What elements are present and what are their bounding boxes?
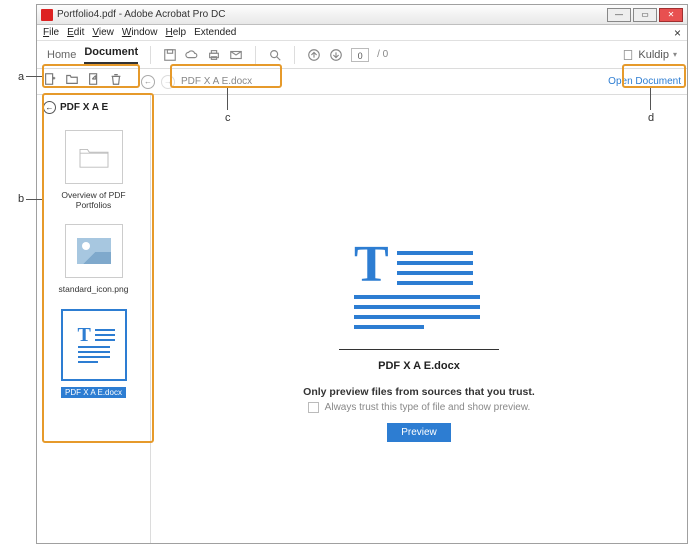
app-window: Portfolio4.pdf - Adobe Acrobat Pro DC — … <box>36 4 688 544</box>
menu-edit[interactable]: Edit <box>67 27 84 38</box>
extract-icon[interactable] <box>87 72 101 91</box>
doc-close-icon[interactable]: × <box>674 26 681 40</box>
menu-view[interactable]: View <box>92 27 114 38</box>
item-label: standard_icon.png <box>59 284 129 294</box>
add-folder-icon[interactable] <box>65 72 79 91</box>
open-document-link[interactable]: Open Document <box>608 76 681 87</box>
list-item[interactable]: Overview of PDF Portfolios <box>43 130 144 210</box>
account-menu[interactable]: Kuldip ▾ <box>622 49 677 61</box>
search-icon[interactable] <box>268 48 282 62</box>
page-number-input[interactable]: 0 <box>351 48 369 62</box>
save-icon[interactable] <box>163 48 177 62</box>
primary-toolbar: Home Document 0 / 0 Kuldip ▾ <box>37 41 687 69</box>
nav-forward-icon[interactable]: → <box>161 75 175 89</box>
page-total: / 0 <box>377 49 388 60</box>
image-icon <box>77 238 111 264</box>
delete-icon[interactable] <box>109 72 123 91</box>
callout-label-a: a <box>18 71 24 83</box>
docx-icon: T <box>72 319 116 371</box>
portfolio-action-group <box>43 72 123 91</box>
breadcrumb: ← → PDF X A E.docx <box>141 75 252 89</box>
preview-filename: PDF X A E.docx <box>378 360 460 372</box>
maximize-button[interactable]: ▭ <box>633 8 657 22</box>
always-trust-label: Always trust this type of file and show … <box>325 402 531 413</box>
nav-back-icon[interactable]: ← <box>141 75 155 89</box>
callout-label-c: c <box>225 112 231 124</box>
list-item[interactable]: standard_icon.png <box>43 224 144 294</box>
trust-warning: Only preview files from sources that you… <box>303 386 535 398</box>
preview-pane: T PDF X A E.docx Only preview files from… <box>151 95 687 543</box>
print-icon[interactable] <box>207 48 221 62</box>
menu-file[interactable]: File <box>43 27 59 38</box>
callout-line <box>26 199 42 200</box>
preview-button[interactable]: Preview <box>387 423 451 442</box>
sidebar-title: PDF X A E <box>60 102 108 113</box>
minimize-button[interactable]: — <box>607 8 631 22</box>
callout-line <box>227 88 228 110</box>
portfolio-sidebar: ← PDF X A E Overview of PDF Portfolios s… <box>37 95 151 543</box>
callout-label-d: d <box>648 112 654 124</box>
cloud-icon[interactable] <box>185 48 199 62</box>
file-preview-icon: T <box>354 247 484 329</box>
page-up-icon[interactable] <box>307 48 321 62</box>
always-trust-row[interactable]: Always trust this type of file and show … <box>308 402 531 413</box>
callout-label-b: b <box>18 193 24 205</box>
pdf-app-icon <box>41 9 53 21</box>
nav-document[interactable]: Document <box>84 46 138 64</box>
chevron-down-icon: ▾ <box>673 50 677 59</box>
item-label: Overview of PDF Portfolios <box>43 190 144 210</box>
divider <box>339 349 499 350</box>
content-area: ← PDF X A E Overview of PDF Portfolios s… <box>37 95 687 543</box>
window-controls: — ▭ ✕ <box>605 8 683 22</box>
mail-icon[interactable] <box>229 48 243 62</box>
list-item[interactable]: T PDF X A E.docx <box>43 309 144 399</box>
folder-icon <box>77 142 111 172</box>
account-name: Kuldip <box>638 49 669 61</box>
nav-home[interactable]: Home <box>47 49 76 61</box>
window-title: Portfolio4.pdf - Adobe Acrobat Pro DC <box>57 9 225 20</box>
item-label: PDF X A E.docx <box>61 387 126 399</box>
menu-window[interactable]: Window <box>122 27 158 38</box>
menu-help[interactable]: Help <box>165 27 186 38</box>
page-down-icon[interactable] <box>329 48 343 62</box>
menu-extended[interactable]: Extended <box>194 27 236 38</box>
add-file-icon[interactable] <box>43 72 57 91</box>
titlebar: Portfolio4.pdf - Adobe Acrobat Pro DC — … <box>37 5 687 25</box>
callout-line <box>650 88 651 110</box>
callout-line <box>26 76 42 77</box>
close-button[interactable]: ✕ <box>659 8 683 22</box>
sidebar-header: ← PDF X A E <box>37 99 150 120</box>
trust-checkbox[interactable] <box>308 402 319 413</box>
sidebar-back-icon[interactable]: ← <box>43 101 56 114</box>
breadcrumb-filename: PDF X A E.docx <box>181 76 252 87</box>
menubar: File Edit View Window Help Extended × <box>37 25 687 41</box>
secondary-toolbar: ← → PDF X A E.docx Open Document <box>37 69 687 95</box>
